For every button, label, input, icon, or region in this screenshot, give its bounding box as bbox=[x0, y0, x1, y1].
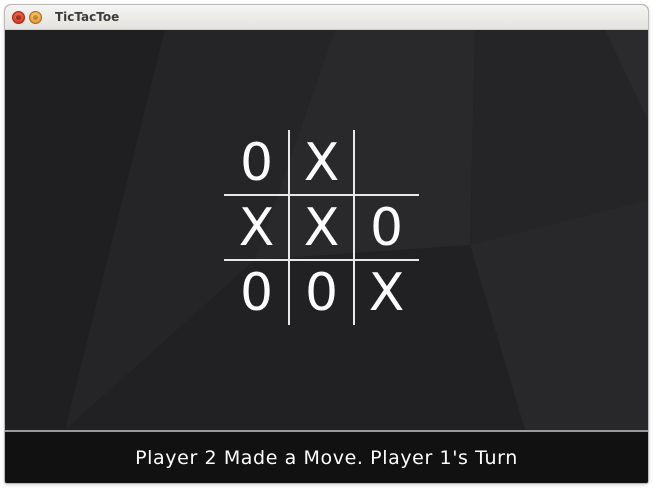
app-window: TicTacToe 0 X X X 0 0 0 X Player 2 Made … bbox=[5, 5, 648, 483]
cell-2-1[interactable]: 0 bbox=[289, 260, 354, 325]
game-area: 0 X X X 0 0 0 X bbox=[5, 30, 648, 430]
cell-0-2[interactable] bbox=[354, 130, 419, 195]
status-bar: Player 2 Made a Move. Player 1's Turn bbox=[5, 430, 648, 483]
cell-2-0[interactable]: 0 bbox=[224, 260, 289, 325]
cell-1-1[interactable]: X bbox=[289, 195, 354, 260]
cell-1-0[interactable]: X bbox=[224, 195, 289, 260]
close-window-button[interactable] bbox=[12, 11, 25, 24]
cell-2-2[interactable]: X bbox=[354, 260, 419, 325]
minimize-window-button[interactable] bbox=[29, 11, 42, 24]
title-bar[interactable]: TicTacToe bbox=[5, 5, 648, 30]
cell-1-2[interactable]: 0 bbox=[354, 195, 419, 260]
status-message: Player 2 Made a Move. Player 1's Turn bbox=[135, 446, 518, 469]
cell-0-0[interactable]: 0 bbox=[224, 130, 289, 195]
cell-0-1[interactable]: X bbox=[289, 130, 354, 195]
tictactoe-board: 0 X X X 0 0 0 X bbox=[224, 130, 419, 325]
window-title: TicTacToe bbox=[55, 10, 120, 24]
